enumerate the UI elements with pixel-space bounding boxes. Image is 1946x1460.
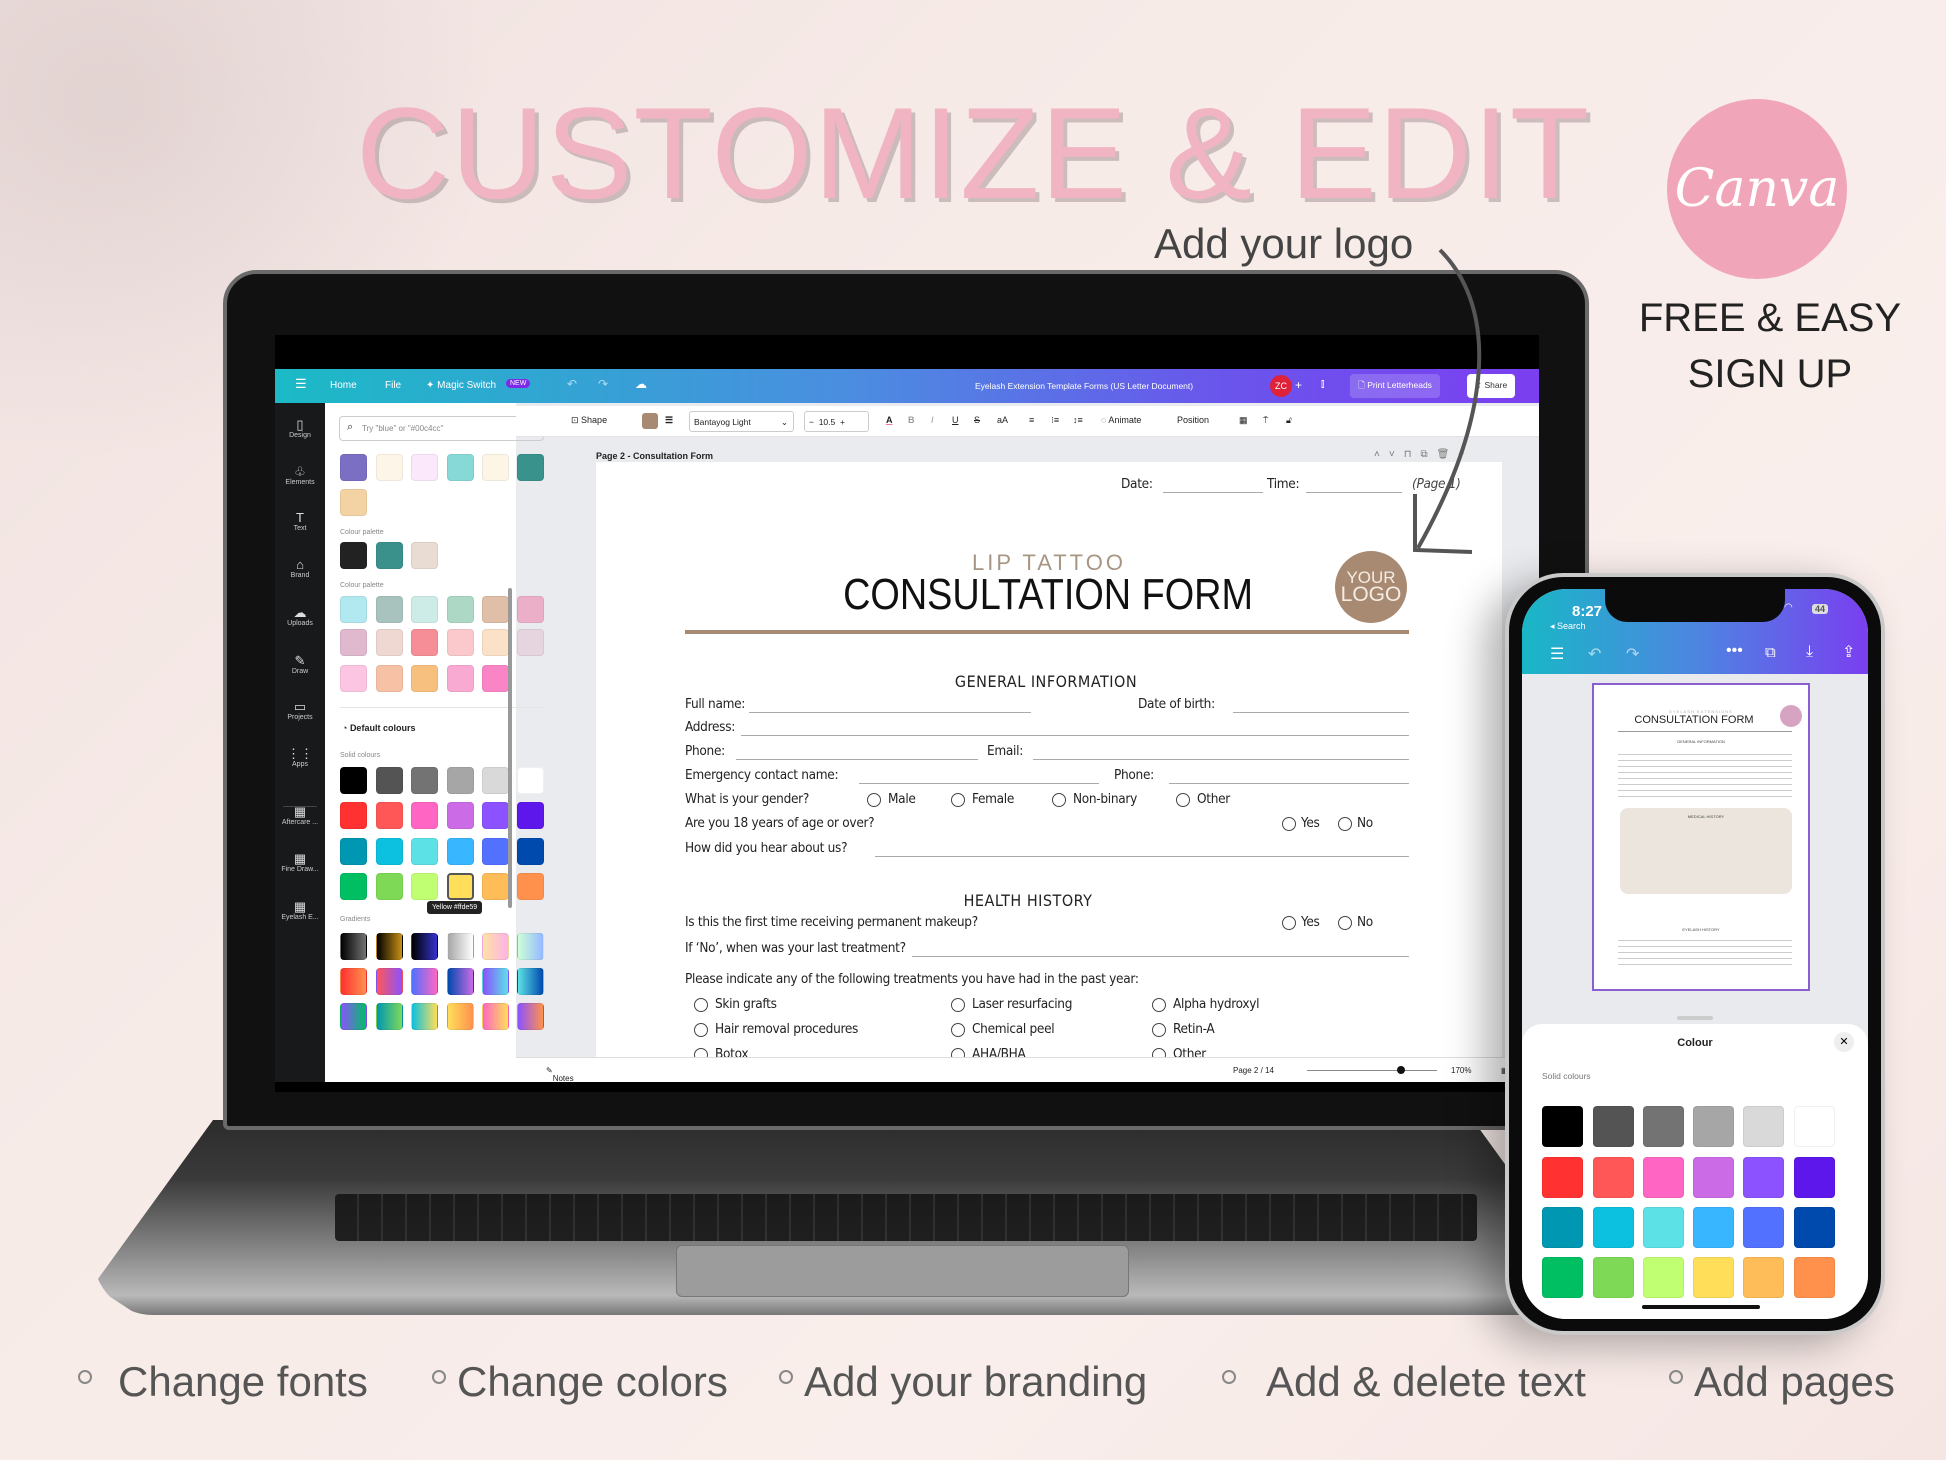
- share-icon[interactable]: ⇪: [1842, 642, 1855, 662]
- bullet-icon: [432, 1370, 446, 1384]
- battery-indicator: 44: [1812, 604, 1829, 614]
- solid-colour-swatch[interactable]: [1643, 1257, 1684, 1298]
- solid-colour-swatch[interactable]: [1643, 1106, 1684, 1147]
- solid-colour-swatch[interactable]: [1794, 1257, 1835, 1298]
- solid-colours-label: Solid colours: [1542, 1071, 1591, 1081]
- bullet-icon: [78, 1370, 92, 1384]
- solid-colour-swatch[interactable]: [1542, 1157, 1583, 1198]
- bullet-icon: [1669, 1370, 1683, 1384]
- colour-sheet: Colour ✕ Solid colours: [1522, 1024, 1868, 1319]
- home-indicator: [1642, 1305, 1760, 1309]
- solid-colour-swatch[interactable]: [1593, 1257, 1634, 1298]
- wifi-icon: ◠: [1784, 602, 1793, 613]
- download-icon[interactable]: ⤓: [1806, 643, 1813, 661]
- thumb-medical-box: MEDICAL HISTORY: [1620, 808, 1792, 894]
- solid-colour-swatch[interactable]: [1743, 1106, 1784, 1147]
- redo-icon[interactable]: ↷: [1626, 644, 1639, 664]
- solid-colour-swatch[interactable]: [1743, 1157, 1784, 1198]
- solid-colour-swatch[interactable]: [1643, 1207, 1684, 1248]
- solid-colour-swatch[interactable]: [1693, 1106, 1734, 1147]
- solid-colour-swatch[interactable]: [1593, 1106, 1634, 1147]
- thumb-rule: [1618, 731, 1792, 732]
- page-thumbnail[interactable]: EYELASH EXTENSIONS CONSULTATION FORM GEN…: [1592, 683, 1810, 991]
- more-icon[interactable]: •••: [1726, 642, 1743, 660]
- feature-item: Add pages: [1694, 1358, 1895, 1405]
- phone-time: 8:27: [1572, 603, 1603, 620]
- solid-colour-swatch[interactable]: [1593, 1157, 1634, 1198]
- hamburger-icon[interactable]: ☰: [1550, 644, 1564, 664]
- back-to-search[interactable]: ◂ Search: [1550, 621, 1586, 632]
- solid-colour-swatch[interactable]: [1542, 1257, 1583, 1298]
- solid-colour-swatch[interactable]: [1593, 1207, 1634, 1248]
- feature-item: Add your branding: [804, 1358, 1148, 1405]
- solid-colour-swatch[interactable]: [1693, 1257, 1734, 1298]
- drag-handle[interactable]: [1677, 1016, 1713, 1020]
- solid-colour-swatch[interactable]: [1794, 1207, 1835, 1248]
- solid-colour-swatch[interactable]: [1643, 1157, 1684, 1198]
- solid-colour-swatch[interactable]: [1794, 1157, 1835, 1198]
- bullet-icon: [779, 1370, 793, 1384]
- phone-notch: [1605, 589, 1785, 622]
- solid-colour-swatch[interactable]: [1743, 1257, 1784, 1298]
- solid-colour-swatch[interactable]: [1542, 1106, 1583, 1147]
- feature-item: Change colors: [457, 1358, 728, 1405]
- phone: 8:27 ◂ Search 44 ◠ ☰ ↶ ↷ ••• ⧉ ⤓ ⇪ EYELA…: [1505, 573, 1885, 1335]
- thumb-lines: [1618, 749, 1792, 799]
- undo-icon[interactable]: ↶: [1588, 644, 1601, 664]
- solid-colour-swatch[interactable]: [1693, 1207, 1734, 1248]
- thumb-eyelash: EYELASH HISTORY: [1682, 927, 1720, 932]
- feature-item: Change fonts: [118, 1358, 368, 1405]
- bullet-icon: [1222, 1370, 1236, 1384]
- thumb-medical: MEDICAL HISTORY: [1687, 814, 1725, 819]
- sheet-title: Colour: [1677, 1037, 1713, 1049]
- phone-screen: 8:27 ◂ Search 44 ◠ ☰ ↶ ↷ ••• ⧉ ⤓ ⇪ EYELA…: [1522, 589, 1868, 1319]
- feature-item: Add & delete text: [1266, 1358, 1586, 1405]
- resize-icon[interactable]: ⧉: [1765, 644, 1776, 661]
- thumb-logo: [1780, 705, 1802, 727]
- thumb-lines-2: [1618, 935, 1792, 965]
- thumb-general: GENERAL INFORMATION: [1677, 739, 1725, 744]
- solid-colour-swatch[interactable]: [1743, 1207, 1784, 1248]
- solid-colour-swatch[interactable]: [1693, 1157, 1734, 1198]
- thumb-title: CONSULTATION FORM: [1634, 714, 1754, 726]
- solid-colour-swatch[interactable]: [1794, 1106, 1835, 1147]
- close-icon[interactable]: ✕: [1834, 1032, 1854, 1052]
- solid-colour-swatch[interactable]: [1542, 1207, 1583, 1248]
